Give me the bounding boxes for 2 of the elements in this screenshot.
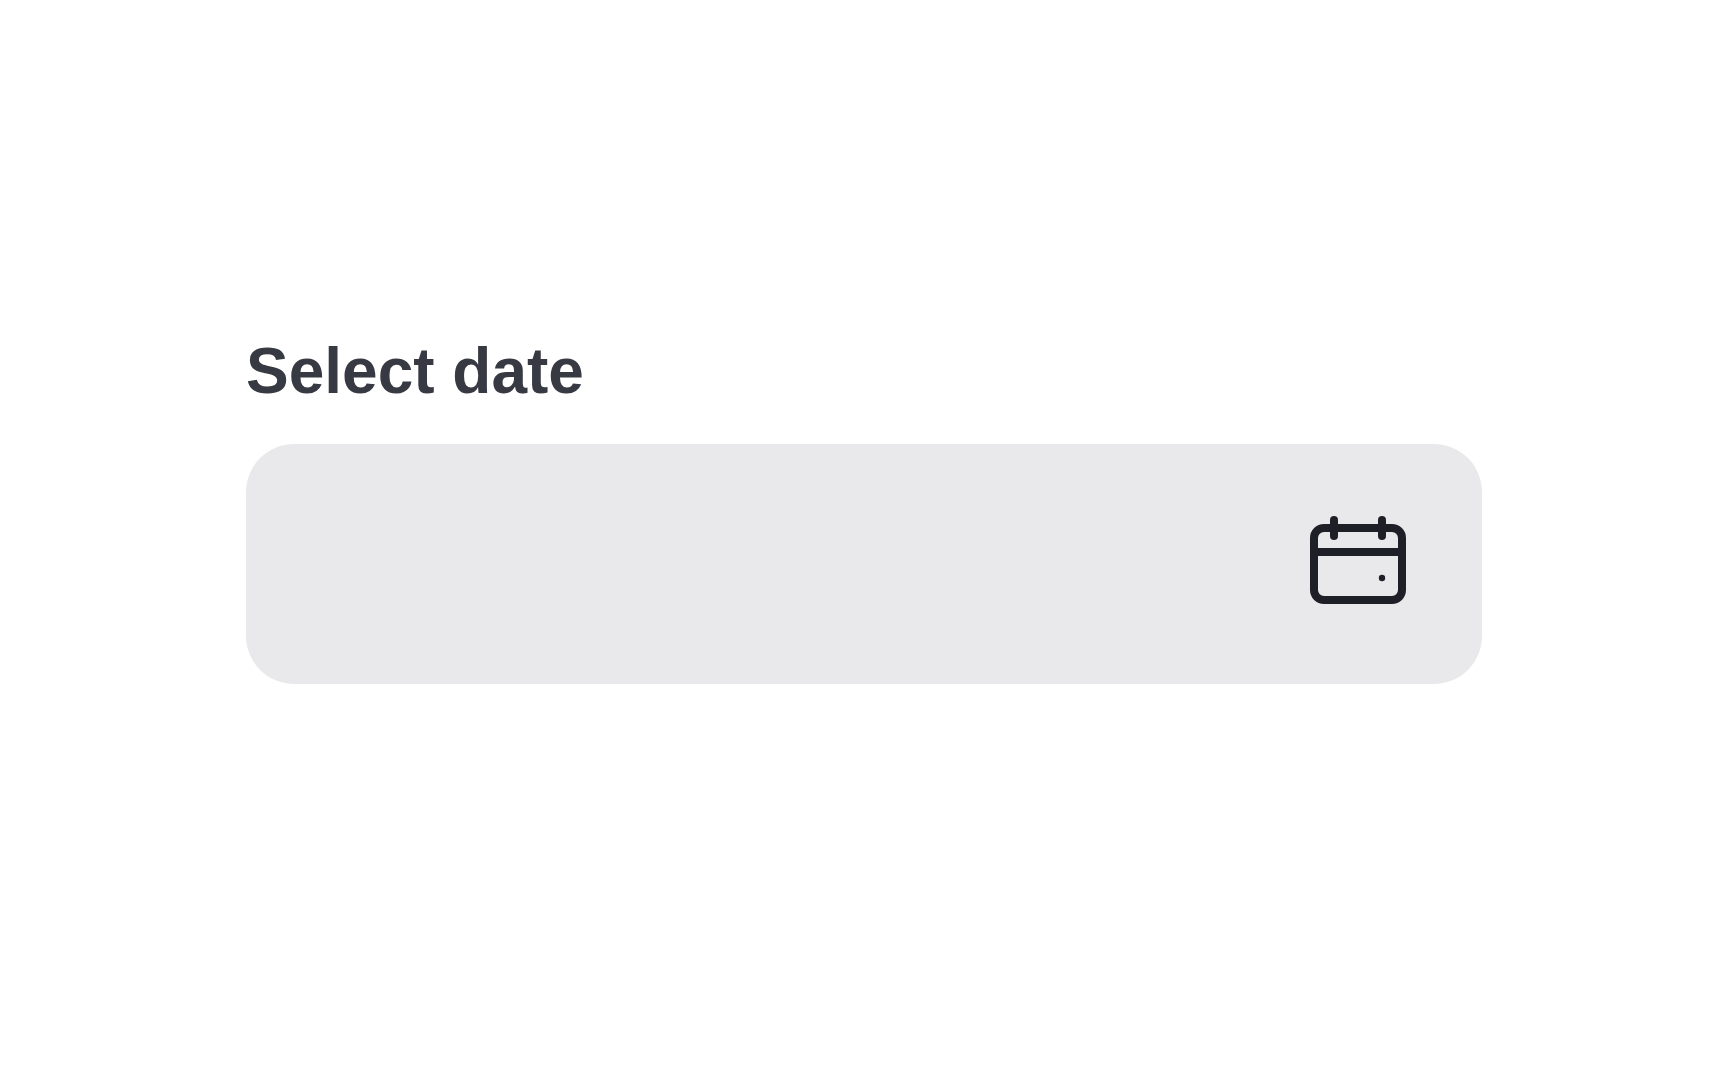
date-field[interactable] <box>246 444 1482 685</box>
field-label: Select date <box>246 336 585 407</box>
